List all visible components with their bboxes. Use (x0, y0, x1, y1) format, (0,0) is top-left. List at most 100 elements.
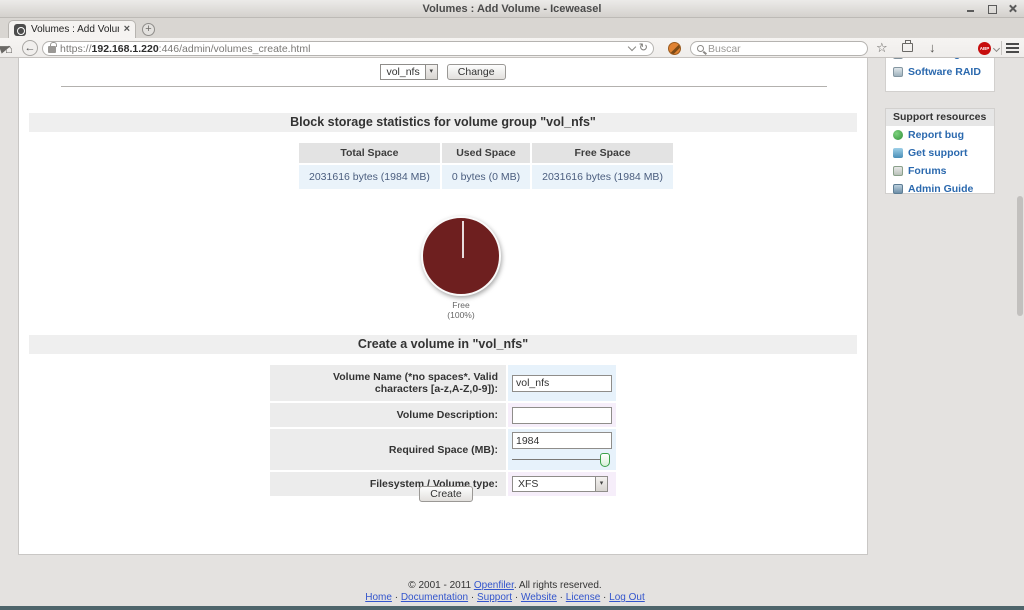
volume-group-select[interactable]: vol_nfs ▾ (380, 64, 437, 80)
search-input[interactable] (708, 43, 861, 55)
sidebar-item-forums[interactable]: Forums (886, 162, 994, 180)
footer-links: Home · Documentation · Support · Website… (0, 592, 1010, 604)
footer-separator: · (471, 592, 474, 603)
footer-link-website[interactable]: Website (521, 592, 557, 603)
sidebar-item-report-bug[interactable]: Report bug (886, 126, 994, 144)
copyright-line: © 2001 - 2011 Openfiler. All rights rese… (0, 580, 1010, 592)
pie-caption: Free (100%) (421, 300, 501, 320)
hamburger-menu-icon[interactable] (1006, 43, 1019, 53)
report-bug-link[interactable]: Report bug (908, 129, 964, 141)
blocked-plugin-icon[interactable] (668, 42, 681, 55)
chevron-down-icon[interactable]: ▾ (425, 65, 437, 79)
bottom-edge-strip (0, 606, 1024, 610)
adblock-icon[interactable]: ABP (978, 42, 991, 55)
forums-link[interactable]: Forums (908, 165, 947, 177)
footer-separator: · (515, 592, 518, 603)
admin-guide-icon (893, 184, 903, 194)
tab-title: Volumes : Add Volume (31, 24, 119, 35)
required-space-slider[interactable] (512, 453, 608, 467)
bookmarks-menu-icon[interactable] (902, 43, 913, 52)
url-bar[interactable]: https://192.168.1.220:446/admin/volumes_… (42, 41, 654, 56)
page-scrollbar[interactable] (1017, 58, 1023, 610)
software-raid-icon (893, 67, 903, 77)
footer-link-home[interactable]: Home (365, 592, 392, 603)
pie-slice-boundary (462, 221, 464, 258)
stats-header-row: Total Space Used Space Free Space (299, 143, 673, 163)
get-support-link[interactable]: Get support (908, 147, 968, 159)
back-button[interactable]: ← (22, 40, 38, 56)
footer-link-logout[interactable]: Log Out (609, 592, 645, 603)
create-section-title: Create a volume in "vol_nfs" (29, 335, 857, 354)
new-tab-button[interactable]: + (142, 23, 155, 36)
openfiler-favicon (14, 24, 26, 36)
volume-group-select-value: vol_nfs (381, 66, 424, 78)
url-host: 192.168.1.220 (92, 43, 159, 55)
stats-value-total: 2031616 bytes (1984 MB) (299, 165, 440, 189)
tab-volumes-add-volume[interactable]: Volumes : Add Volume × (8, 20, 136, 38)
iscsi-targets-link[interactable]: iSCSI Targets (908, 58, 976, 60)
sidebar-item-software-raid[interactable]: Software RAID (886, 63, 994, 81)
forums-icon (893, 166, 903, 176)
main-panel: vol_nfs ▾ Change Block storage statistic… (18, 58, 868, 555)
storage-pie-chart (421, 216, 501, 296)
tab-close-icon[interactable]: × (124, 24, 130, 35)
bookmark-star-icon[interactable]: ☆ (876, 40, 888, 56)
volume-description-input[interactable] (512, 407, 612, 424)
window-titlebar: Volumes : Add Volume - Iceweasel (0, 0, 1024, 18)
window-title: Volumes : Add Volume - Iceweasel (423, 3, 602, 15)
create-volume-form: Volume Name (*no spaces*. Valid characte… (268, 363, 618, 498)
sidebar-item-get-support[interactable]: Get support (886, 144, 994, 162)
pie-caption-percent: (100%) (421, 310, 501, 320)
report-bug-icon (893, 130, 903, 140)
admin-guide-link[interactable]: Admin Guide (908, 183, 973, 195)
required-space-label: Required Space (MB): (270, 429, 506, 470)
stats-value-row: 2031616 bytes (1984 MB) 0 bytes (0 MB) 2… (299, 165, 673, 189)
support-resources-title: Support resources (886, 109, 994, 126)
navigation-toolbar: ⌂ ← https://192.168.1.220:446/admin/volu… (0, 38, 1024, 58)
close-window-icon[interactable] (1007, 3, 1018, 14)
pie-free-slice (421, 216, 501, 296)
form-row-volume-name: Volume Name (*no spaces*. Valid characte… (270, 365, 616, 401)
url-path: :446/admin/volumes_create.html (159, 43, 311, 55)
page-viewport: vol_nfs ▾ Change Block storage statistic… (0, 58, 1024, 610)
iscsi-targets-icon (893, 58, 903, 59)
screen: Volumes : Add Volume - Iceweasel Volumes… (0, 0, 1024, 610)
openfiler-link[interactable]: Openfiler (474, 580, 514, 591)
copyright-prefix: © 2001 - 2011 (408, 580, 474, 591)
footer-separator: · (603, 592, 606, 603)
required-space-input[interactable] (512, 432, 612, 449)
maximize-icon[interactable] (986, 3, 997, 14)
volume-name-input[interactable] (512, 375, 612, 392)
stats-header-used: Used Space (442, 143, 530, 163)
minimize-icon[interactable] (965, 3, 976, 14)
stats-value-free: 2031616 bytes (1984 MB) (532, 165, 673, 189)
toolbar-separator (1001, 41, 1002, 55)
create-button[interactable]: Create (419, 486, 473, 502)
window-controls (965, 3, 1018, 14)
footer-link-license[interactable]: License (566, 592, 600, 603)
stats-header-total: Total Space (299, 143, 440, 163)
adblock-dropdown-icon[interactable] (993, 45, 1000, 52)
footer-link-documentation[interactable]: Documentation (401, 592, 468, 603)
slider-track (512, 459, 608, 460)
downloads-icon[interactable]: ↓ (929, 40, 936, 56)
url-history-dropdown-icon[interactable] (628, 43, 636, 51)
sidebar-item-admin-guide[interactable]: Admin Guide (886, 180, 994, 198)
footer-link-support[interactable]: Support (477, 592, 512, 603)
search-bar[interactable] (690, 41, 868, 56)
url-text[interactable]: https://192.168.1.220:446/admin/volumes_… (60, 43, 625, 55)
divider (61, 86, 827, 87)
stats-value-used: 0 bytes (0 MB) (442, 165, 530, 189)
software-raid-link[interactable]: Software RAID (908, 66, 981, 78)
reload-icon[interactable]: ↻ (639, 43, 648, 54)
volume-description-label: Volume Description: (270, 403, 506, 427)
scrollbar-thumb[interactable] (1017, 196, 1023, 316)
footer-separator: · (560, 592, 563, 603)
slider-thumb[interactable] (600, 453, 610, 467)
url-scheme: https:// (60, 43, 92, 55)
page-footer: © 2001 - 2011 Openfiler. All rights rese… (0, 580, 1010, 604)
create-button-row: Create (19, 486, 867, 502)
search-icon (697, 45, 704, 52)
change-button[interactable]: Change (447, 64, 506, 80)
pie-caption-label: Free (421, 300, 501, 310)
